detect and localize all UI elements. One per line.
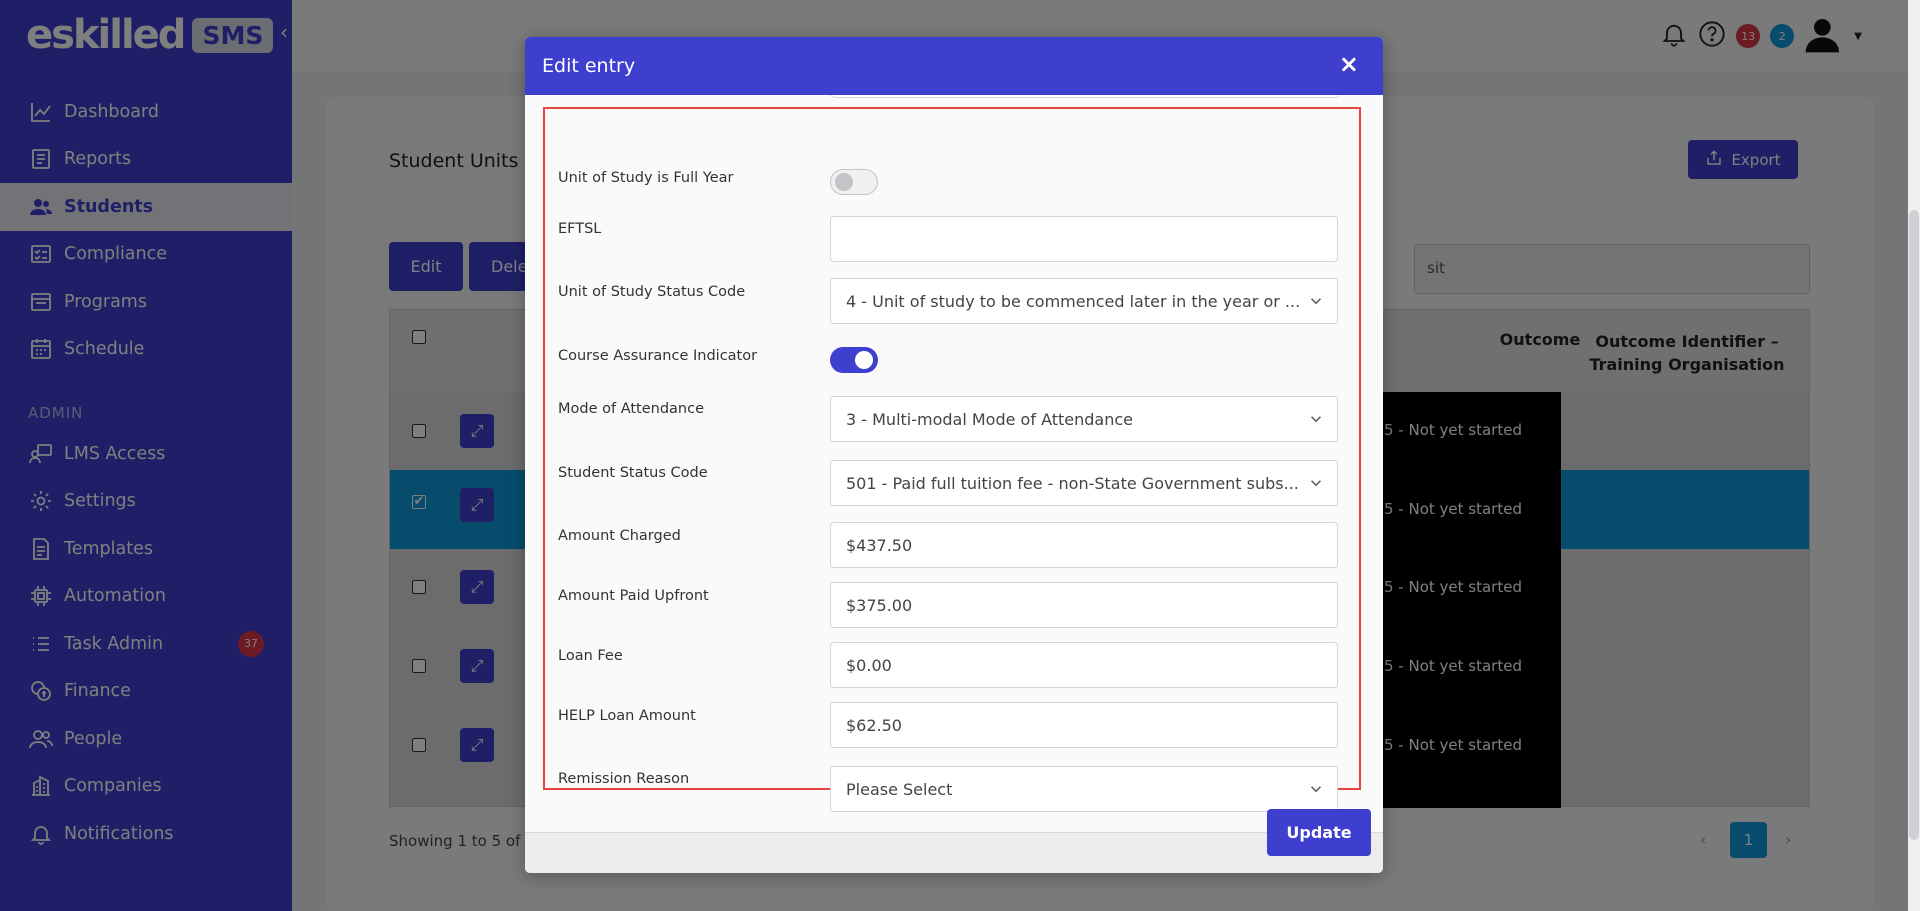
full-year-toggle[interactable] (830, 169, 878, 195)
loan-fee-label: Loan Fee (558, 648, 623, 664)
help-loan-input[interactable]: $62.50 (830, 702, 1338, 748)
remission-select[interactable]: Please Select (830, 766, 1338, 812)
eftsl-label: EFTSL (558, 221, 602, 237)
loan-fee-input[interactable]: $0.00 (830, 642, 1338, 688)
student-status-label: Student Status Code (558, 465, 708, 481)
eftsl-input[interactable] (830, 216, 1338, 262)
modal-footer (525, 832, 1383, 873)
chevron-down-icon (1310, 480, 1322, 487)
modal-body[interactable]: Unit of Study is Full Year EFTSL Unit of… (525, 95, 1383, 832)
toggle-knob (855, 351, 873, 369)
modal-header: Edit entry × (525, 37, 1383, 95)
student-status-value: 501 - Paid full tuition fee - non-State … (846, 474, 1299, 493)
modal-title: Edit entry (542, 55, 636, 77)
full-year-label: Unit of Study is Full Year (558, 170, 734, 186)
amount-paid-label: Amount Paid Upfront (558, 588, 709, 604)
status-code-value: 4 - Unit of study to be commenced later … (846, 292, 1301, 311)
help-loan-label: HELP Loan Amount (558, 708, 696, 724)
remission-label: Remission Reason (558, 771, 690, 787)
attendance-label: Mode of Attendance (558, 401, 705, 417)
attendance-value: 3 - Multi-modal Mode of Attendance (846, 410, 1133, 429)
update-button[interactable]: Update (1267, 809, 1371, 856)
attendance-select[interactable]: 3 - Multi-modal Mode of Attendance (830, 396, 1338, 442)
status-code-select[interactable]: 4 - Unit of study to be commenced later … (830, 278, 1338, 324)
assurance-toggle[interactable] (830, 347, 878, 373)
chevron-down-icon (1310, 298, 1322, 305)
remission-value: Please Select (846, 780, 953, 799)
toggle-knob (835, 173, 853, 191)
amount-charged-label: Amount Charged (558, 528, 681, 544)
student-status-select[interactable]: 501 - Paid full tuition fee - non-State … (830, 460, 1338, 506)
previous-field-edge (830, 95, 1340, 98)
page-scrollbar-thumb[interactable] (1909, 210, 1919, 840)
amount-paid-input[interactable]: $375.00 (830, 582, 1338, 628)
chevron-down-icon (1310, 416, 1322, 423)
status-code-label: Unit of Study Status Code (558, 284, 746, 300)
assurance-label: Course Assurance Indicator (558, 348, 758, 364)
close-icon[interactable]: × (1339, 50, 1359, 78)
amount-charged-input[interactable]: $437.50 (830, 522, 1338, 568)
chevron-down-icon (1310, 786, 1322, 793)
edit-entry-modal: Edit entry × Unit of Study is Full Year … (525, 37, 1383, 873)
